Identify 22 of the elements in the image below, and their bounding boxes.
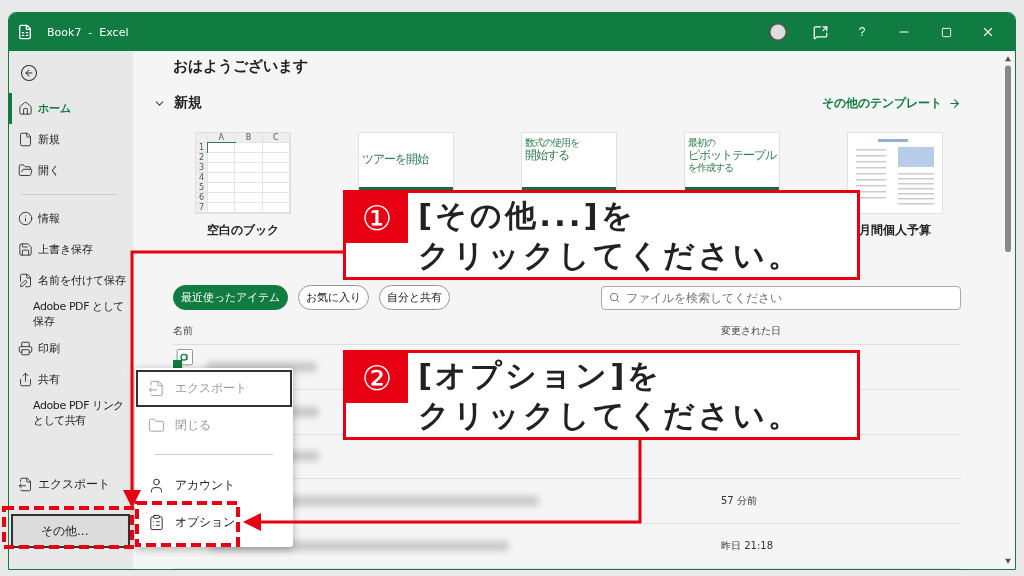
column-header: B: [235, 133, 263, 143]
template-label: 月間個人予算: [859, 222, 931, 239]
step-number: ②: [346, 353, 408, 403]
row-header: 7: [196, 203, 208, 213]
modified-date: 昨日 21:18: [721, 539, 773, 554]
column-header: 変更された日: [721, 324, 781, 338]
section-title: 新規: [174, 94, 203, 112]
thumbnail-text: 最初の: [688, 137, 717, 149]
step-number: ①: [346, 193, 408, 243]
template-label: 空白のブック: [207, 222, 279, 239]
thumbnail-text: 数式の使用を: [525, 137, 579, 149]
thumbnail-text: を作成する: [688, 162, 734, 174]
callout-text: クリックしてください。: [418, 396, 802, 435]
thumbnail-text: ピボットテーブル: [688, 148, 776, 163]
greeting: おはようございます: [173, 57, 309, 76]
thumbnail-text: ツアーを開始: [362, 153, 428, 167]
column-header: 名前: [173, 324, 194, 338]
thumbnail-text: 開始する: [525, 148, 569, 163]
callout-text: クリックしてください。: [418, 236, 802, 275]
callout-text: [オプション]を: [418, 356, 664, 395]
window-title: Book7 - Excel: [47, 25, 130, 39]
modified-date: 57 分前: [721, 494, 757, 509]
